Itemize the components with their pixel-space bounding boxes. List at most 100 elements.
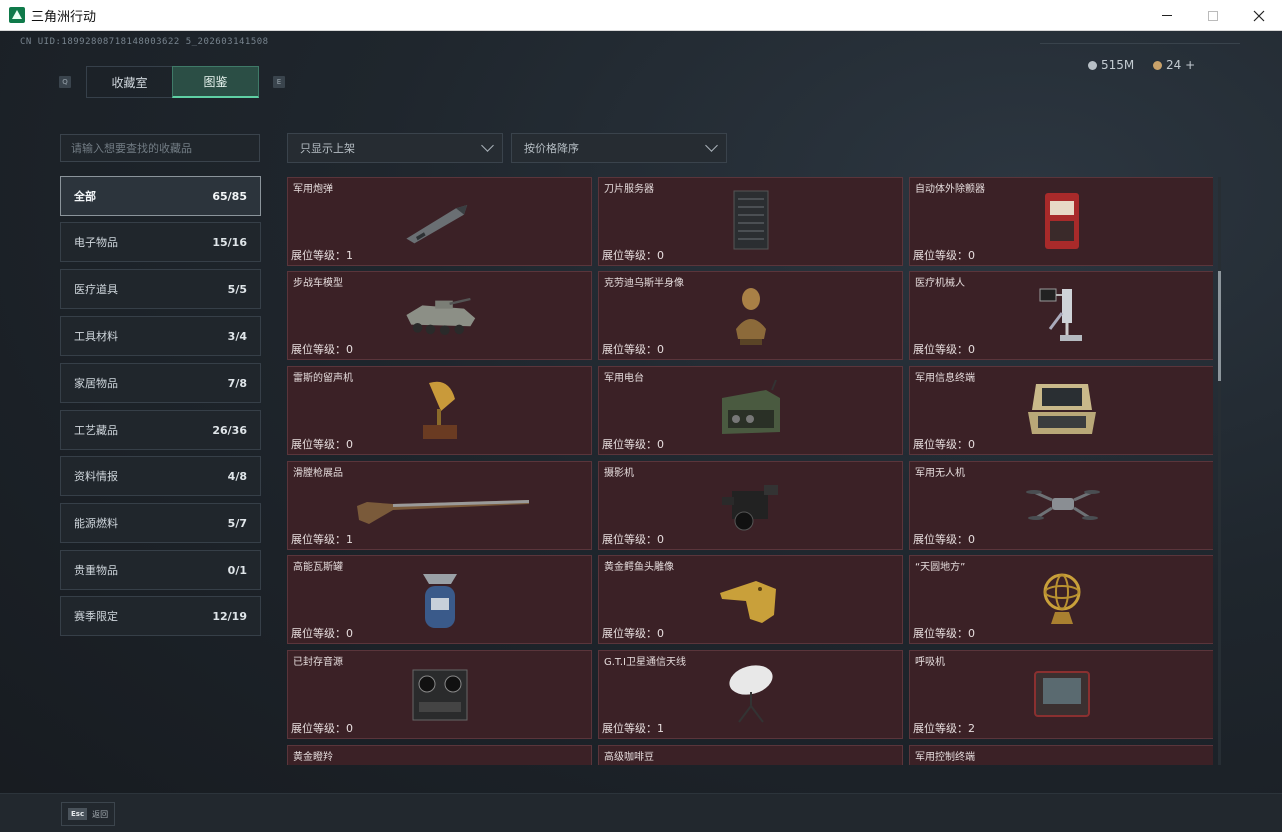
tab-catalog[interactable]: 图鉴 [172, 66, 259, 98]
item-name: G.T.I卫星通信天线 [604, 657, 686, 668]
category-count: 5/7 [227, 516, 247, 530]
esc-key-icon: Esc [68, 808, 88, 820]
item-name: 高级咖啡豆 [604, 752, 654, 763]
category-tools[interactable]: 工具材料 3/4 [60, 316, 261, 356]
category-electronics[interactable]: 电子物品 15/16 [60, 222, 261, 262]
tab-prev-key[interactable]: Q [59, 76, 71, 88]
item-name: “天圆地方” [915, 562, 966, 573]
app-logo-icon [9, 7, 25, 23]
item-card[interactable]: 刀片服务器 展位等级：0 [598, 177, 903, 266]
armillary-sphere-icon [1022, 566, 1102, 632]
item-card[interactable]: 呼吸机 展位等级：2 [909, 650, 1213, 739]
item-card[interactable]: 已封存音源 展位等级：0 [287, 650, 592, 739]
item-card[interactable]: 黄金瞪羚 [287, 745, 592, 765]
item-level: 展位等级：1 [291, 533, 353, 546]
item-card[interactable]: 雷斯的留声机 展位等级：0 [287, 366, 592, 455]
tab-next-key[interactable]: E [273, 76, 285, 88]
category-count: 4/8 [227, 469, 247, 483]
close-icon [1253, 10, 1265, 21]
category-label: 医疗道具 [74, 283, 118, 296]
bust-icon [711, 282, 791, 348]
item-card[interactable]: 自动体外除颤器 展位等级：0 [909, 177, 1213, 266]
item-card[interactable]: 高级咖啡豆 [598, 745, 903, 765]
radio-icon [711, 377, 791, 443]
category-count: 65/85 [212, 189, 247, 203]
category-count: 7/8 [227, 376, 247, 390]
token-balance[interactable]: 24 + [1153, 58, 1195, 72]
category-intel[interactable]: 资料情报 4/8 [60, 456, 261, 496]
category-fuel[interactable]: 能源燃料 5/7 [60, 503, 261, 543]
control-terminal-icon [1022, 756, 1102, 765]
item-card[interactable]: 黄金鳄鱼头雕像 展位等级：0 [598, 555, 903, 644]
shell-icon [400, 188, 480, 254]
category-label: 全部 [74, 190, 96, 203]
item-level: 展位等级：0 [913, 438, 975, 451]
token-amount: 24 + [1166, 58, 1196, 72]
grid-scrollbar-thumb[interactable] [1218, 271, 1221, 381]
item-card[interactable]: G.T.I卫星通信天线 展位等级：1 [598, 650, 903, 739]
armored-vehicle-icon [400, 282, 480, 348]
item-level: 展位等级：0 [291, 438, 353, 451]
close-button[interactable] [1236, 0, 1282, 31]
item-card[interactable]: 医疗机械人 展位等级：0 [909, 271, 1213, 360]
minimize-button[interactable] [1144, 0, 1190, 31]
item-name: 军用信息终端 [915, 373, 975, 384]
category-label: 工具材料 [74, 330, 118, 343]
item-card[interactable]: “天圆地方” 展位等级：0 [909, 555, 1213, 644]
maximize-icon [1208, 10, 1218, 21]
item-name: 医疗机械人 [915, 278, 965, 289]
category-all[interactable]: 全部 65/85 [60, 176, 261, 216]
item-card[interactable]: 军用控制终端 [909, 745, 1213, 765]
item-card[interactable]: 高能瓦斯罐 展位等级：0 [287, 555, 592, 644]
item-card[interactable]: 军用信息终端 展位等级：0 [909, 366, 1213, 455]
item-level: 展位等级：0 [913, 533, 975, 546]
item-level: 展位等级：0 [291, 627, 353, 640]
shelf-filter-value: 只显示上架 [300, 142, 355, 155]
sort-dropdown[interactable]: 按价格降序 [511, 133, 727, 163]
item-level: 展位等级：0 [602, 438, 664, 451]
item-card[interactable]: 军用电台 展位等级：0 [598, 366, 903, 455]
item-name: 高能瓦斯罐 [293, 562, 343, 573]
item-level: 展位等级：0 [913, 343, 975, 356]
item-name: 滑膛枪展品 [293, 468, 343, 479]
camera-icon [711, 472, 791, 538]
maximize-button[interactable] [1190, 0, 1236, 31]
category-count: 15/16 [212, 235, 247, 249]
item-level: 展位等级：0 [913, 249, 975, 262]
item-name: 克劳迪乌斯半身像 [604, 278, 684, 289]
item-name: 军用炮弹 [293, 184, 333, 195]
tab-collection-room[interactable]: 收藏室 [86, 66, 173, 98]
satellite-dish-icon [711, 661, 791, 727]
item-card[interactable]: 摄影机 展位等级：0 [598, 461, 903, 550]
shelf-filter-dropdown[interactable]: 只显示上架 [287, 133, 503, 163]
back-button[interactable]: Esc 返回 [61, 802, 116, 826]
item-card[interactable]: 步战车模型 展位等级：0 [287, 271, 592, 360]
item-name: 呼吸机 [915, 657, 945, 668]
item-card[interactable]: 军用炮弹 展位等级：1 [287, 177, 592, 266]
item-level: 展位等级：2 [913, 722, 975, 735]
category-label: 贵重物品 [74, 564, 118, 577]
category-label: 资料情报 [74, 470, 118, 483]
category-label: 赛季限定 [74, 610, 118, 623]
category-crafts[interactable]: 工艺藏品 26/36 [60, 410, 261, 450]
chevron-down-icon [705, 139, 718, 152]
uid-label: CN UID:18992808718148003622 5_2026031415… [20, 37, 269, 47]
category-household[interactable]: 家居物品 7/8 [60, 363, 261, 403]
item-name: 军用无人机 [915, 468, 965, 479]
item-level: 展位等级：0 [913, 627, 975, 640]
item-card[interactable]: 滑膛枪展品 展位等级：1 [287, 461, 592, 550]
category-medical[interactable]: 医疗道具 5/5 [60, 269, 261, 309]
grid-scrollbar-track[interactable] [1218, 177, 1221, 765]
gold-gazelle-icon [400, 756, 480, 765]
collection-search-input[interactable] [60, 134, 260, 162]
item-name: 雷斯的留声机 [293, 373, 353, 384]
game-viewport: CN UID:18992808718148003622 5_2026031415… [0, 31, 1282, 832]
category-valuables[interactable]: 贵重物品 0/1 [60, 550, 261, 590]
window-title-bar: 三角洲行动 [0, 0, 1282, 31]
gramophone-icon [400, 377, 480, 443]
item-card[interactable]: 军用无人机 展位等级：0 [909, 461, 1213, 550]
category-season-limited[interactable]: 赛季限定 12/19 [60, 596, 261, 636]
item-card[interactable]: 克劳迪乌斯半身像 展位等级：0 [598, 271, 903, 360]
ventilator-icon [1022, 661, 1102, 727]
medical-robot-icon [1022, 282, 1102, 348]
